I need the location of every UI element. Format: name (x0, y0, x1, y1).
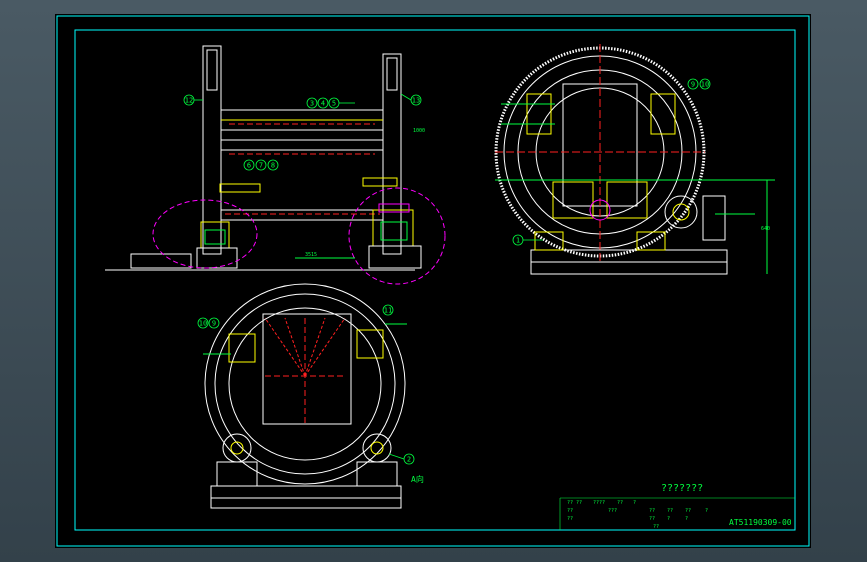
side-view: 640 (494, 44, 775, 275)
balloon-10-a: 10 (199, 320, 207, 328)
title-block-cell: ?? (667, 508, 673, 514)
title-block-cell: ?? (649, 508, 655, 514)
balloon-4: 4 (321, 100, 325, 108)
cad-viewport[interactable]: 3515 1000 640 12 3 4 5 13 6 7 8 1 9 10 2… (0, 0, 867, 562)
inner-frame (74, 29, 796, 531)
svg-text:1000: 1000 (413, 128, 425, 134)
balloon-10: 10 (701, 81, 709, 89)
title-block-cell: ?? (649, 516, 655, 522)
svg-text:3515: 3515 (305, 252, 317, 258)
title-block-cell: ?? (567, 508, 573, 514)
balloon-5: 5 (332, 100, 336, 108)
cad-drawing: 3515 1000 640 12 3 4 5 13 6 7 8 1 9 10 2… (56, 15, 810, 547)
balloon-9-a: 9 (212, 320, 216, 328)
drawing-title: ??????? (661, 483, 703, 494)
balloon-7: 7 (259, 162, 263, 170)
balloon-12: 12 (185, 97, 193, 105)
svg-text:640: 640 (761, 226, 770, 232)
balloon-2: 2 (407, 456, 411, 464)
balloon-13: 13 (412, 97, 420, 105)
drawing-sheet[interactable]: 3515 1000 640 12 3 4 5 13 6 7 8 1 9 10 2… (55, 14, 811, 548)
title-block-cell: ???? (593, 500, 605, 506)
balloon-6: 6 (247, 162, 251, 170)
title-block-cell: ?? (653, 524, 659, 530)
title-block-cell: ?? (567, 516, 573, 522)
balloon-8: 8 (271, 162, 275, 170)
a-direction-view (203, 283, 407, 509)
view-label-a: A向 (411, 474, 424, 484)
title-block-cell: ? (667, 516, 670, 522)
title-block-cell: ?? ?? (567, 500, 582, 506)
title-block-cell: ??? (608, 508, 617, 514)
title-block-cell: ?? (685, 508, 691, 514)
outer-frame (56, 15, 810, 547)
balloon-9: 9 (691, 81, 695, 89)
title-block-cell: ? (685, 516, 688, 522)
drawing-number: AT51190309-00 (729, 518, 792, 527)
balloon-11: 11 (384, 307, 392, 315)
title-block-cell: ?? (617, 500, 623, 506)
balloon-3: 3 (310, 100, 314, 108)
title-block-cell: ? (705, 508, 708, 514)
balloon-1: 1 (516, 237, 520, 245)
title-block-cell: ? (633, 500, 636, 506)
